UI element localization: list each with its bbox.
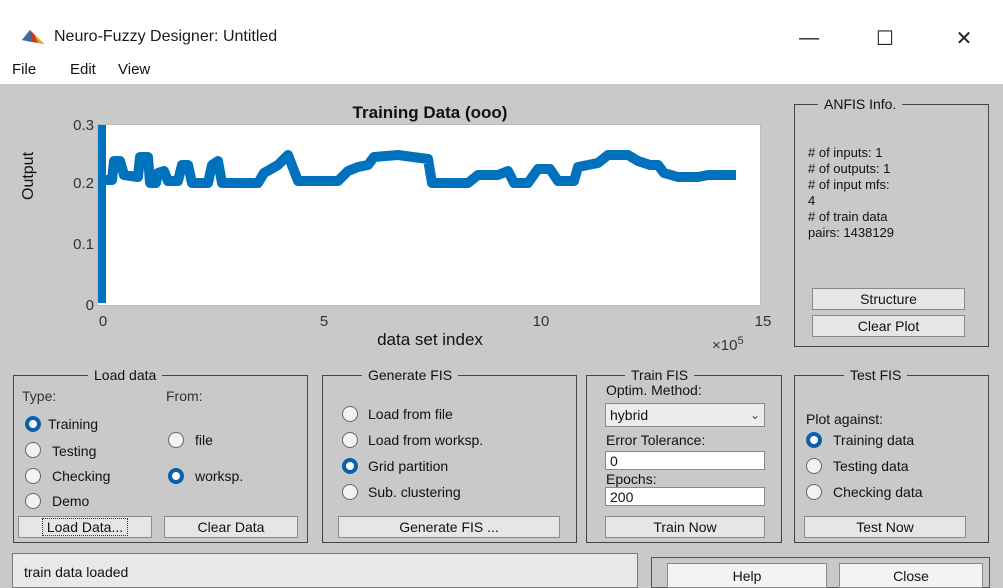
anfis-info-title: ANFIS Info. — [818, 96, 903, 112]
radio-testing-data[interactable] — [806, 458, 822, 474]
close-window-button[interactable]: ✕ — [944, 22, 984, 54]
radio-checking-label: Checking — [52, 468, 111, 484]
close-button[interactable]: Close — [839, 563, 983, 588]
structure-button[interactable]: Structure — [812, 288, 965, 310]
radio-load-from-workspace-label: Load from worksp. — [368, 432, 484, 448]
clear-data-button[interactable]: Clear Data — [164, 516, 298, 538]
type-label: Type: — [22, 388, 57, 404]
generate-fis-title: Generate FIS — [362, 367, 459, 383]
data-cluster-start — [98, 123, 106, 303]
train-fis-title: Train FIS — [625, 367, 695, 383]
radio-testing[interactable] — [25, 442, 41, 458]
radio-grid-partition-label: Grid partition — [368, 458, 449, 474]
radio-sub-clustering[interactable] — [342, 484, 358, 500]
ytick-label: 0.1 — [73, 236, 94, 253]
epochs-label: Epochs: — [606, 471, 657, 487]
radio-checking-data-label: Checking data — [833, 484, 923, 500]
window-title: Neuro-Fuzzy Designer: Untitled — [54, 28, 278, 45]
ytick-label: 0 — [85, 297, 94, 314]
status-text: train data loaded — [24, 564, 129, 580]
radio-demo-label: Demo — [52, 493, 90, 509]
error-tolerance-label: Error Tolerance: — [606, 432, 706, 448]
ytick-label: 0.2 — [73, 175, 94, 192]
anfis-info-text: # of inputs: 1 # of outputs: 1 # of inpu… — [808, 145, 895, 240]
from-label: From: — [166, 388, 203, 404]
plot-against-label: Plot against: — [806, 411, 884, 427]
xtick-label: 5 — [319, 313, 329, 330]
optim-method-label: Optim. Method: — [606, 382, 702, 398]
radio-training-label: Training — [48, 416, 99, 432]
radio-testing-data-label: Testing data — [833, 458, 909, 474]
optim-method-select[interactable]: hybrid ⌄ — [605, 403, 765, 427]
help-button[interactable]: Help — [667, 563, 827, 588]
ytick-label: 0.3 — [73, 117, 94, 134]
training-data-plot — [97, 123, 761, 306]
test-now-button[interactable]: Test Now — [804, 516, 966, 538]
menu-edit[interactable]: Edit — [70, 61, 96, 78]
radio-checking-data[interactable] — [806, 484, 822, 500]
x-axis-label: data set index — [377, 330, 483, 349]
load-data-title: Load data — [88, 367, 163, 383]
load-data-button[interactable]: Load Data... — [18, 516, 152, 538]
radio-checking[interactable] — [25, 468, 41, 484]
maximize-button[interactable]: ☐ — [865, 22, 905, 54]
menu-file[interactable]: File — [12, 61, 36, 78]
chevron-down-icon: ⌄ — [749, 408, 760, 422]
minimize-button[interactable]: — — [789, 22, 829, 54]
radio-from-file[interactable] — [168, 432, 184, 448]
matlab-logo-icon — [20, 26, 46, 48]
test-fis-title: Test FIS — [844, 367, 908, 383]
radio-testing-label: Testing — [52, 443, 97, 459]
radio-load-from-file[interactable] — [342, 406, 358, 422]
radio-load-from-workspace[interactable] — [342, 432, 358, 448]
radio-grid-partition[interactable] — [342, 458, 358, 474]
plot-svg — [98, 123, 736, 303]
radio-from-file-label: file — [195, 432, 213, 448]
radio-training-data-label: Training data — [833, 432, 915, 448]
xtick-label: 0 — [98, 313, 108, 330]
radio-load-from-file-label: Load from file — [368, 406, 453, 422]
radio-sub-clustering-label: Sub. clustering — [368, 484, 461, 500]
clear-plot-button[interactable]: Clear Plot — [812, 315, 965, 337]
menu-bar — [0, 58, 1003, 84]
y-axis-label: Output — [20, 151, 37, 200]
train-now-button[interactable]: Train Now — [605, 516, 765, 538]
radio-from-workspace-label: worksp. — [195, 468, 244, 484]
radio-training[interactable] — [25, 416, 41, 432]
radio-demo[interactable] — [25, 493, 41, 509]
radio-training-data[interactable] — [806, 432, 822, 448]
radio-from-workspace[interactable] — [168, 468, 184, 484]
data-band — [106, 150, 736, 188]
xtick-label: 15 — [754, 313, 772, 330]
plot-title: Training Data (ooo) — [352, 103, 508, 122]
menu-view[interactable]: View — [118, 61, 150, 78]
x-scale-factor: ×105 — [712, 335, 744, 354]
error-tolerance-input[interactable]: 0 — [605, 451, 765, 470]
generate-fis-button[interactable]: Generate FIS ... — [338, 516, 560, 538]
xtick-label: 10 — [532, 313, 550, 330]
epochs-input[interactable]: 200 — [605, 487, 765, 506]
